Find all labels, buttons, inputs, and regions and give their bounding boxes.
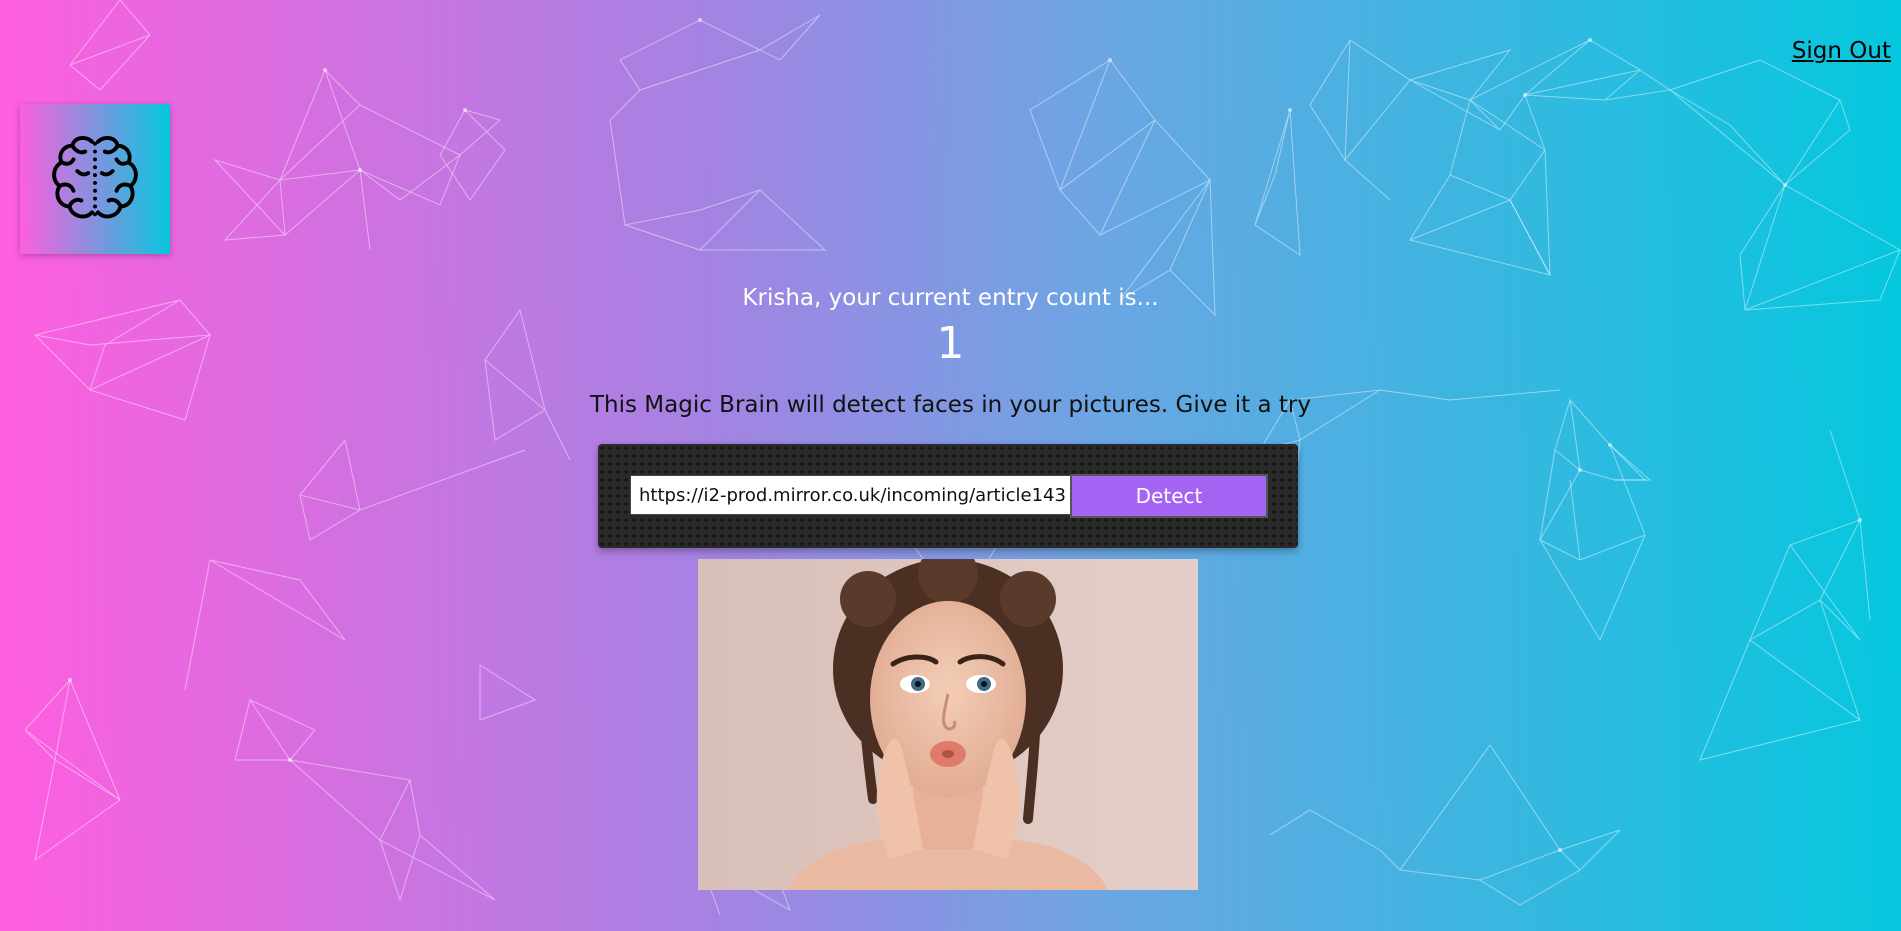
image-url-input[interactable] — [630, 475, 1086, 515]
brain-icon — [52, 135, 138, 219]
image-link-form: Detect — [598, 444, 1298, 548]
face-photo — [698, 559, 1198, 890]
face-image — [698, 559, 1198, 890]
entry-count-value: 1 — [936, 318, 965, 369]
logo — [20, 104, 170, 254]
detect-button[interactable]: Detect — [1070, 474, 1268, 518]
form-tagline: This Magic Brain will detect faces in yo… — [589, 392, 1311, 418]
signout-link[interactable]: Sign Out — [1792, 38, 1891, 64]
entry-count-message: Krisha, your current entry count is... — [742, 285, 1159, 311]
